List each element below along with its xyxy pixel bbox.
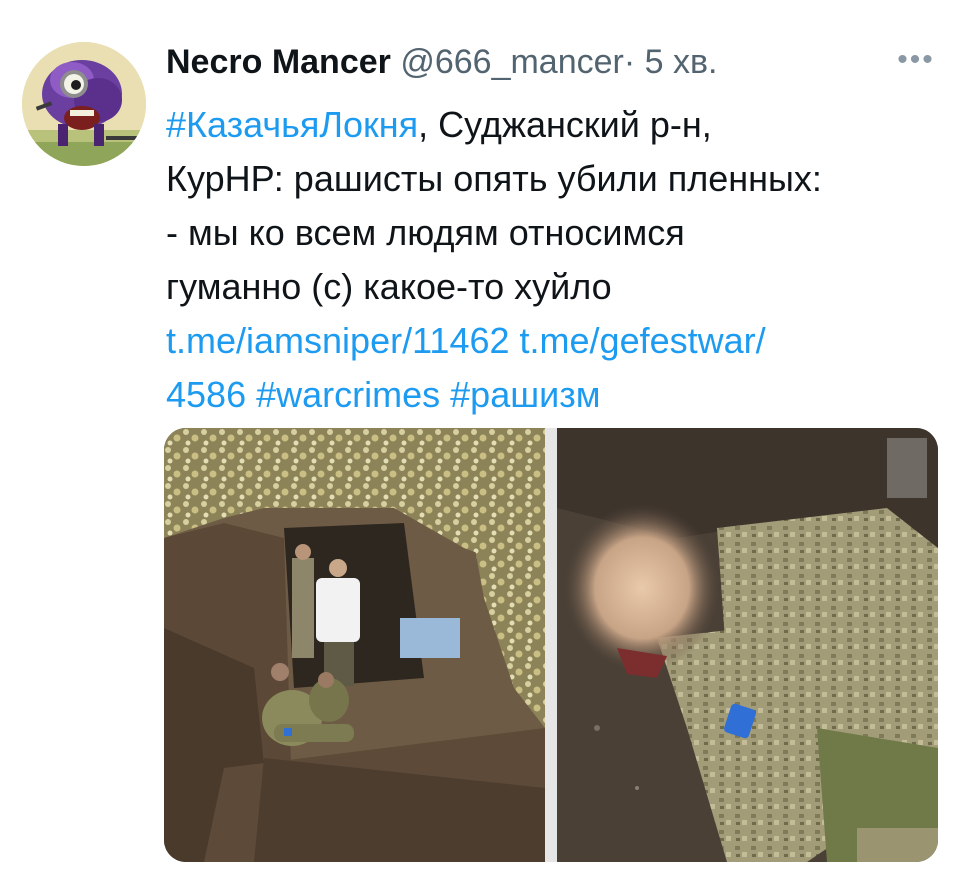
tweet-media [164, 428, 938, 862]
tweet-text-line-3: - мы ко всем людям относимся [166, 212, 685, 253]
author-display-name[interactable]: Necro Mancer [166, 43, 391, 81]
avatar-image [22, 42, 146, 166]
more-options-icon[interactable]: ••• [892, 40, 940, 84]
media-photo-2[interactable] [557, 428, 938, 862]
tweet-text-line-1: #КазачьяЛокня, Суджанский р-н, [166, 98, 936, 152]
link-gefestwar[interactable]: t.me/gefestwar/ [520, 320, 766, 361]
author-handle[interactable]: @666_mancer [400, 43, 624, 81]
tweet-text-line-2: КурНР: рашисты опять убили пленных: [166, 158, 822, 199]
tweet-text-line-4: гуманно (с) какое-то хуйло [166, 266, 612, 307]
hashtag-warcrimes[interactable]: #warcrimes [256, 374, 440, 415]
link-gefestwar-continued[interactable]: 4586 [166, 374, 246, 415]
tweet-text-line-5: t.me/iamsniper/11462 t.me/gefestwar/ [166, 314, 936, 368]
separator-dot: · [623, 43, 636, 81]
avatar[interactable] [22, 42, 146, 166]
hashtag-rashizm[interactable]: #рашизм [450, 374, 600, 415]
tweet-text-segment: , Суджанский р-н, [418, 104, 712, 145]
trench-photo-icon [164, 428, 545, 862]
hashtag-kazachya-loknya[interactable]: #КазачьяЛокня [166, 104, 418, 145]
tweet-text: #КазачьяЛокня, Суджанский р-н, КурНР: ра… [166, 98, 936, 422]
tweet-timestamp[interactable]: 5 хв. [645, 43, 718, 81]
ground-photo-icon [557, 428, 938, 862]
media-photo-1[interactable] [164, 428, 545, 862]
tweet-text-line-6: 4586 #warcrimes #рашизм [166, 368, 936, 422]
tweet-header: Necro Mancer @666_mancer· 5 хв. [166, 40, 718, 84]
tweet: Necro Mancer @666_mancer· 5 хв. ••• #Каз… [0, 0, 960, 872]
link-iamsniper[interactable]: t.me/iamsniper/11462 [166, 320, 510, 361]
